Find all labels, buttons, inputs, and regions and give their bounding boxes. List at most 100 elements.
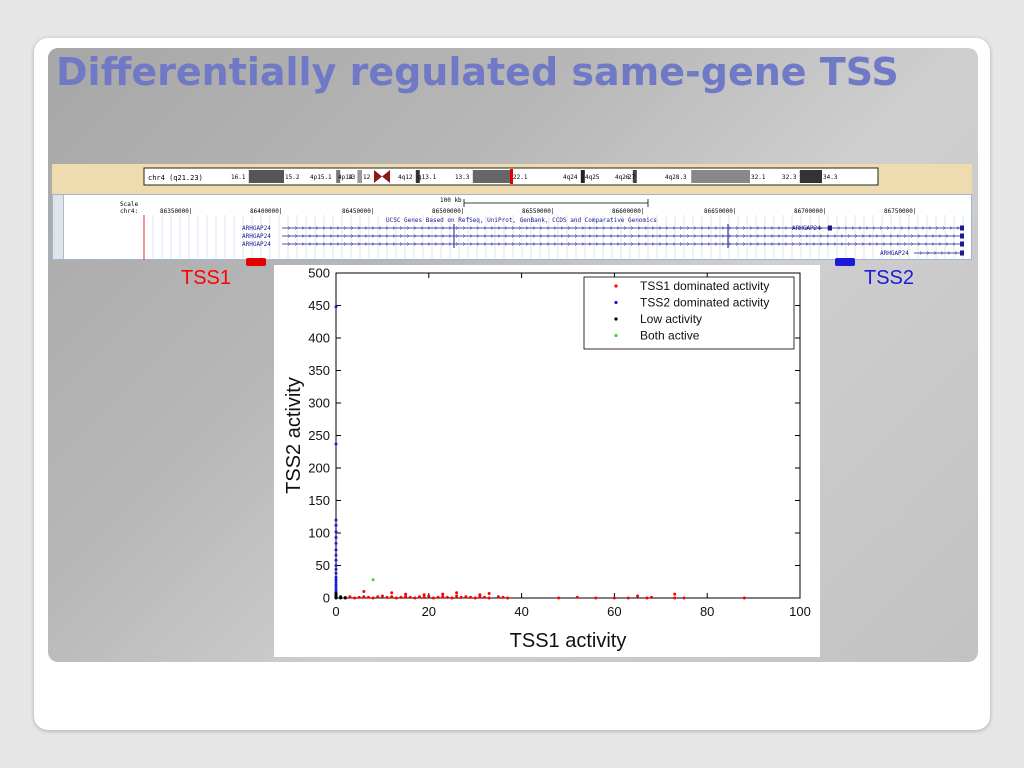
scale-bar-label: 100 kb [440, 197, 462, 204]
ruler-position-label: 86700000| [794, 208, 827, 215]
ideogram-band-block [248, 170, 284, 183]
ideogram-band-label: 4q24 [563, 174, 578, 181]
scatter-point [594, 596, 598, 600]
scatter-point [334, 567, 338, 571]
legend-entry: TSS2 dominated activity [640, 296, 769, 310]
scatter-point [334, 518, 338, 522]
y-tick-label: 100 [308, 526, 330, 541]
scatter-point [482, 595, 486, 599]
scatter-point [348, 595, 352, 599]
legend-marker [614, 284, 618, 288]
scatter-point [431, 596, 435, 600]
scatter-point [501, 595, 505, 599]
scatter-point [673, 592, 677, 596]
ideogram-band-label: 34.3 [823, 174, 838, 181]
y-tick-label: 300 [308, 396, 330, 411]
gene-label: ARHGAP24 [242, 241, 271, 248]
scatter-point [478, 593, 482, 597]
scatter-point [557, 596, 561, 600]
y-tick-label: 0 [323, 591, 330, 606]
ideogram-band-block [472, 170, 512, 183]
scatter-point [496, 595, 500, 599]
scatter-point [459, 595, 463, 599]
x-tick-label: 40 [514, 604, 528, 619]
scatter-point [404, 595, 408, 599]
tss2-label: TSS2 [864, 267, 915, 289]
ruler-position-label: 86650000| [704, 208, 737, 215]
scatter-point [612, 596, 616, 600]
x-tick-label: 100 [789, 604, 811, 619]
scatter-point [385, 595, 389, 599]
scatter-point [371, 578, 375, 582]
scatter-point [413, 596, 417, 600]
ideogram-band-block [302, 170, 309, 183]
ideogram-band-block [440, 170, 454, 183]
ideogram-band-label: 15.2 [285, 174, 300, 181]
scatter-point [742, 596, 746, 600]
y-tick-label: 50 [316, 558, 330, 573]
scatter-point [366, 595, 370, 599]
scatter-point [445, 595, 449, 599]
scatter-point [390, 595, 394, 599]
scatter-point [339, 595, 343, 599]
ideogram-chrom-label: chr4 (q21.23) [148, 174, 203, 182]
scatter-point [418, 595, 422, 599]
ideogram-band-label: 4q12 [398, 174, 413, 181]
scatter-point [645, 596, 649, 600]
ideogram-band-label: q13.1 [418, 174, 436, 181]
scatter-point [334, 583, 338, 587]
ruler-position-label: 86400000| [250, 208, 283, 215]
tss2-marker [835, 258, 855, 266]
scatter-point [334, 523, 338, 527]
x-axis-label: TSS1 activity [510, 630, 627, 652]
ideogram-band-label: 22.1 [513, 174, 528, 181]
legend-marker [614, 317, 618, 321]
ideogram-band-label: 32.3 [782, 174, 797, 181]
ideogram-band-label: 32.1 [751, 174, 766, 181]
scatter-point [636, 594, 640, 598]
x-tick-label: 20 [422, 604, 436, 619]
tss1-marker [246, 258, 266, 266]
y-tick-label: 250 [308, 428, 330, 443]
scatter-point [334, 580, 338, 584]
track-title: UCSC Genes Based on RefSeq, UniProt, Gen… [386, 217, 657, 224]
y-tick-label: 350 [308, 363, 330, 378]
scatter-point [390, 591, 394, 595]
scatter-point [334, 591, 338, 595]
scatter-point [487, 591, 491, 595]
ideogram-band-label: 13 [348, 174, 356, 181]
scatter-point [394, 596, 398, 600]
x-tick-label: 80 [700, 604, 714, 619]
scatter-point [362, 595, 366, 599]
chrom-label: chr4: [120, 208, 138, 215]
scatter-point [673, 596, 677, 600]
gene-label: ARHGAP24 [792, 225, 821, 232]
ruler-position-label: 86350000| [160, 208, 193, 215]
y-tick-label: 500 [308, 266, 330, 281]
scatter-point [362, 590, 366, 593]
scatter-point [343, 596, 347, 600]
ruler-position-label: 86600000| [612, 208, 645, 215]
gene-label: ARHGAP24 [242, 233, 271, 240]
scatter-point [334, 571, 338, 575]
scatter-point [399, 595, 403, 599]
ideogram-position-highlight [510, 169, 513, 184]
tss1-label: TSS1 [181, 267, 232, 289]
y-axis-label: TSS2 activity [283, 377, 305, 494]
ideogram-band-label: 16.1 [231, 174, 246, 181]
scatter-chart: 0 20 40 60 80 100 0 50 100 150 200 250 300 350 400 450 5… [283, 266, 811, 653]
ruler-position-label: 86450000| [342, 208, 375, 215]
scatter-point [334, 575, 338, 579]
scatter-point [334, 305, 338, 309]
scatter-point [404, 592, 408, 596]
scatter-point [334, 558, 338, 562]
scatter-point [422, 593, 426, 597]
scatter-point [334, 442, 338, 446]
scatter-point [334, 553, 338, 557]
scatter-point [334, 536, 338, 540]
scatter-point [441, 592, 445, 596]
scatter-point [408, 595, 412, 599]
ideogram-band-block [799, 170, 822, 183]
scatter-point [357, 595, 361, 599]
scatter-plot-panel: 0 20 40 60 80 100 0 50 100 150 200 250 300 350 400 450 5… [274, 265, 820, 657]
